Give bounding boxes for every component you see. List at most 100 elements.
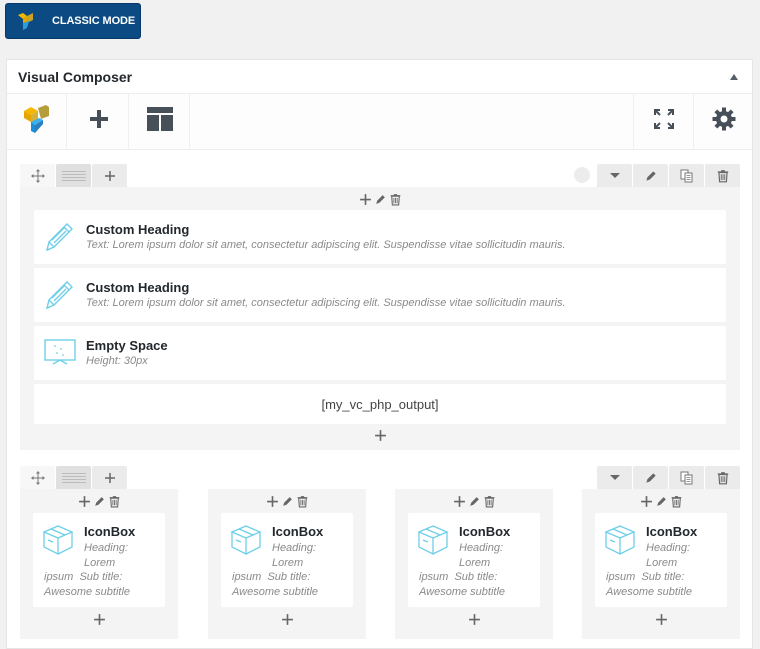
column-controls	[208, 489, 366, 511]
column-edit-button[interactable]	[468, 495, 481, 508]
element-custom-heading[interactable]: Custom Heading Text: Lorem ipsum dolor s…	[34, 268, 726, 322]
trash-icon	[296, 495, 309, 508]
row-controls-right	[574, 164, 740, 187]
plus-icon	[104, 170, 116, 182]
pencil-icon	[281, 495, 294, 508]
element-iconbox[interactable]: IconBox Heading: Lorem ipsum Sub title: …	[33, 513, 165, 607]
iconbox-heading-value: Lorem	[459, 556, 491, 569]
column-delete-button[interactable]	[389, 193, 402, 206]
panel-header[interactable]: Visual Composer	[7, 60, 752, 94]
add-element-bottom-button[interactable]	[208, 613, 366, 626]
column-layout-icon	[62, 473, 86, 483]
row-layout-button[interactable]	[56, 164, 91, 187]
move-icon	[31, 169, 45, 183]
monitor-icon	[43, 336, 77, 371]
column-add-button[interactable]	[78, 495, 91, 508]
row-1: Custom Heading Text: Lorem ipsum dolor s…	[20, 164, 740, 450]
column-edit-button[interactable]	[655, 495, 668, 508]
iconbox-heading-label: Heading:	[272, 542, 317, 554]
plus-icon	[89, 109, 109, 134]
trash-icon	[716, 471, 730, 485]
column-controls	[582, 489, 740, 511]
row-move-handle[interactable]	[20, 466, 55, 489]
plus-icon	[359, 193, 372, 206]
column-edit-button[interactable]	[281, 495, 294, 508]
row-add-column-button[interactable]	[92, 164, 127, 187]
row-toggle-button[interactable]	[597, 466, 632, 489]
chevron-down-icon	[610, 173, 620, 179]
trash-icon	[716, 169, 730, 183]
plus-icon	[468, 613, 481, 626]
column-delete-button[interactable]	[670, 495, 683, 508]
row-add-column-button[interactable]	[92, 466, 127, 489]
column-delete-button[interactable]	[296, 495, 309, 508]
plus-icon	[266, 495, 279, 508]
panel-title: Visual Composer	[18, 69, 133, 85]
column-2: IconBox Heading: Lorem ipsum Sub title: …	[208, 489, 366, 639]
iconbox-heading-label: Heading:	[646, 542, 691, 554]
row-clone-button[interactable]	[669, 466, 704, 489]
plus-icon	[281, 613, 294, 626]
element-shortcode[interactable]: [my_vc_php_output]	[34, 384, 726, 424]
column-add-button[interactable]	[266, 495, 279, 508]
iconbox-subtitle-label: ipsum Sub title:	[232, 571, 311, 583]
add-element-bottom-button[interactable]	[395, 613, 553, 626]
templates-button[interactable]	[130, 94, 190, 149]
row-toggle-button[interactable]	[597, 164, 632, 187]
settings-button[interactable]	[693, 94, 753, 149]
column-3: IconBox Heading: Lorem ipsum Sub title: …	[395, 489, 553, 639]
column-delete-button[interactable]	[483, 495, 496, 508]
column-add-button[interactable]	[640, 495, 653, 508]
element-subtitle: Text: Lorem ipsum dolor sit amet, consec…	[86, 297, 566, 309]
add-element-bottom-button[interactable]	[20, 613, 178, 626]
row-controls-right	[596, 466, 740, 489]
row-move-handle[interactable]	[20, 164, 55, 187]
column-edit-button[interactable]	[93, 495, 106, 508]
copy-icon	[680, 471, 694, 485]
vc-logo-icon	[23, 104, 51, 139]
iconbox-subtitle-label: ipsum Sub title:	[606, 571, 685, 583]
element-empty-space[interactable]: Empty Space Height: 30px	[34, 326, 726, 380]
add-element-button[interactable]	[69, 94, 129, 149]
iconbox-description: Heading: Lorem ipsum Sub title: Awesome …	[606, 541, 724, 599]
add-element-bottom-button[interactable]	[20, 429, 740, 442]
element-subtitle: Text: Lorem ipsum dolor sit amet, consec…	[86, 239, 566, 251]
add-element-bottom-button[interactable]	[582, 613, 740, 626]
iconbox-description: Heading: Lorem ipsum Sub title: Awesome …	[419, 541, 537, 599]
element-iconbox[interactable]: IconBox Heading: Lorem ipsum Sub title: …	[595, 513, 727, 607]
element-iconbox[interactable]: IconBox Heading: Lorem ipsum Sub title: …	[408, 513, 540, 607]
plus-icon	[93, 613, 106, 626]
row-edit-button[interactable]	[633, 164, 668, 187]
row-clone-button[interactable]	[669, 164, 704, 187]
fullscreen-button[interactable]	[633, 94, 693, 149]
layout-template-icon	[146, 107, 173, 136]
column-delete-button[interactable]	[108, 495, 121, 508]
iconbox-heading-label: Heading:	[459, 542, 504, 554]
column-add-button[interactable]	[453, 495, 466, 508]
element-iconbox[interactable]: IconBox Heading: Lorem ipsum Sub title: …	[221, 513, 353, 607]
iconbox-heading-label: Heading:	[84, 542, 129, 554]
row-layout-button[interactable]	[56, 466, 91, 489]
column-body: Custom Heading Text: Lorem ipsum dolor s…	[20, 187, 740, 450]
element-custom-heading[interactable]: Custom Heading Text: Lorem ipsum dolor s…	[34, 210, 726, 264]
column-1: IconBox Heading: Lorem ipsum Sub title: …	[20, 489, 178, 639]
vc-logo-button[interactable]	[7, 94, 67, 149]
visual-composer-panel: Visual Composer Custom Heading Text: Lor…	[6, 59, 753, 649]
classic-mode-button[interactable]: CLASSIC MODE	[5, 3, 141, 39]
row-controls-left	[20, 164, 128, 187]
triangle-up-icon[interactable]	[730, 74, 738, 80]
plus-icon	[640, 495, 653, 508]
column-edit-button[interactable]	[374, 193, 387, 206]
iconbox-title: IconBox	[84, 524, 136, 539]
row-delete-button[interactable]	[705, 466, 740, 489]
row-edit-button[interactable]	[633, 466, 668, 489]
iconbox-title: IconBox	[646, 524, 698, 539]
pencil-icon	[644, 169, 658, 183]
iconbox-title: IconBox	[272, 524, 324, 539]
iconbox-description: Heading: Lorem ipsum Sub title: Awesome …	[44, 541, 162, 599]
vc-logo-icon	[16, 11, 38, 38]
color-dot	[574, 167, 590, 183]
column-add-button[interactable]	[359, 193, 372, 206]
iconbox-subtitle-value: Awesome subtitle	[419, 585, 506, 598]
row-delete-button[interactable]	[705, 164, 740, 187]
